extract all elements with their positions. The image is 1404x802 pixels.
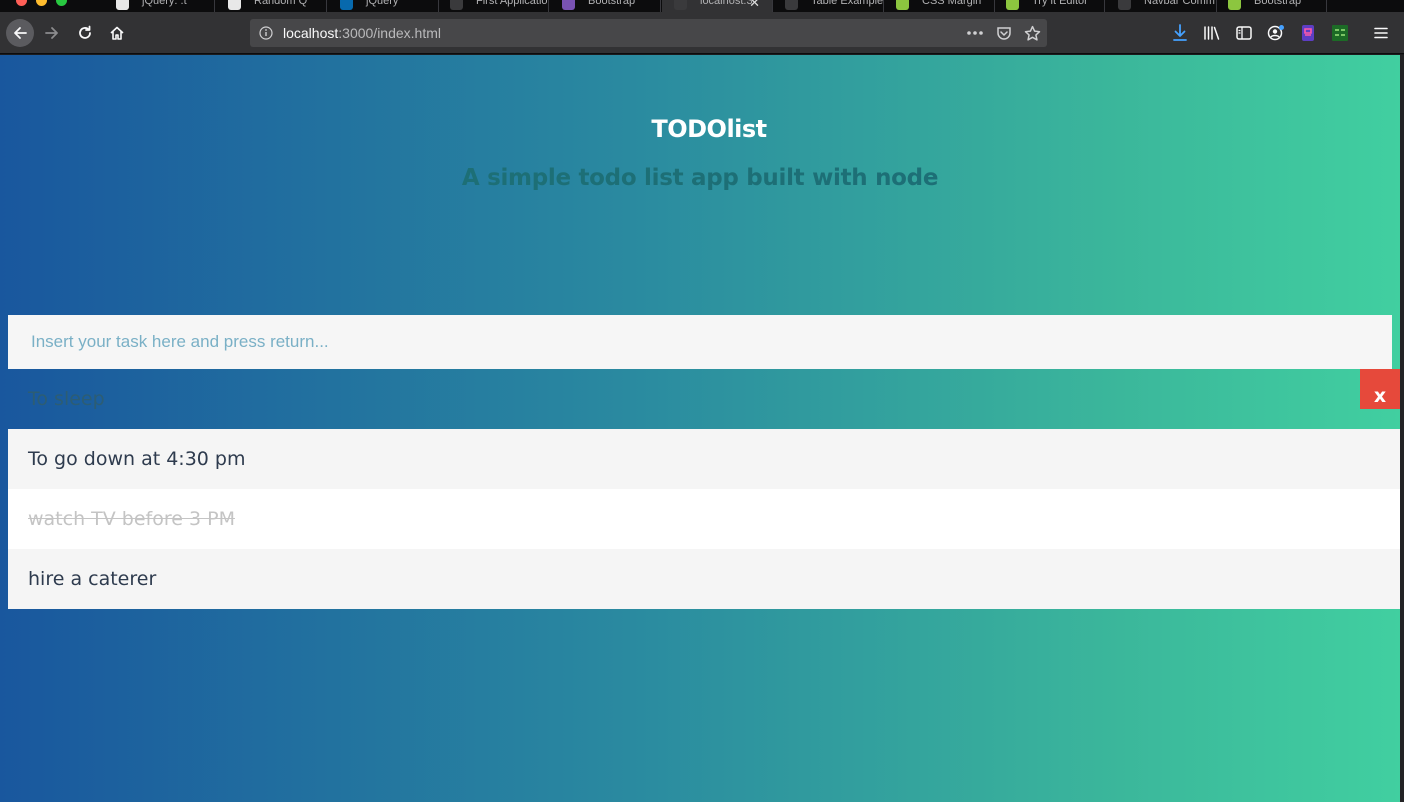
tab-label: Bootstrap (1254, 0, 1302, 7)
tab-close-icon[interactable]: ✕ (749, 0, 760, 11)
browser-tab[interactable]: Navbar Comm (1106, 0, 1217, 12)
tab-favicon-icon (450, 0, 463, 10)
tab-favicon-icon (1118, 0, 1131, 10)
tab-favicon-icon (340, 0, 353, 10)
tab-label: First Application (476, 0, 549, 7)
tab-favicon-icon (562, 0, 575, 10)
browser-toolbar: localhost:3000/index.html (0, 12, 1404, 54)
page-title: TODOlist (651, 115, 767, 143)
extension-icon[interactable] (1297, 22, 1319, 44)
url-text[interactable]: localhost:3000/index.html (283, 25, 441, 41)
tab-favicon-icon (1006, 0, 1019, 10)
tab-label: localhost:3 (700, 0, 753, 7)
todo-item[interactable]: To sleep x (8, 369, 1400, 429)
todo-item[interactable]: watch TV before 3 PM (8, 489, 1400, 549)
back-button[interactable] (6, 19, 34, 47)
minimize-window-icon[interactable] (36, 0, 47, 6)
tab-label: jQuery: .t (142, 0, 187, 7)
browser-tab[interactable]: localhost:3 ✕ (662, 0, 773, 12)
browser-tab[interactable]: Bootstrap (1216, 0, 1327, 12)
arrow-left-icon (14, 27, 27, 39)
close-window-icon[interactable] (16, 0, 27, 6)
tab-label: Navbar Comm (1144, 0, 1215, 7)
page-scroll-edge (1400, 55, 1404, 802)
tab-favicon-icon (1228, 0, 1241, 10)
browser-tab[interactable]: Try it Editor (994, 0, 1105, 12)
tab-label: CSS Margin (922, 0, 982, 7)
forward-button[interactable] (38, 19, 66, 47)
reload-button[interactable] (71, 19, 99, 47)
home-icon (110, 26, 124, 40)
todo-text: hire a caterer (28, 568, 157, 590)
browser-tab[interactable]: jQuery (328, 0, 439, 12)
todo-text: To go down at 4:30 pm (28, 448, 246, 470)
info-icon[interactable] (259, 26, 273, 40)
pocket-icon[interactable] (994, 23, 1014, 43)
page-subtitle: A simple todo list app built with node (461, 165, 939, 191)
todo-item[interactable]: hire a caterer (8, 549, 1400, 609)
home-button[interactable] (103, 19, 131, 47)
todo-text: To sleep (28, 388, 105, 410)
delete-todo-button[interactable]: x (1360, 369, 1400, 409)
reload-icon (79, 25, 91, 39)
todo-list: To sleep x To go down at 4:30 pm watch TV b… (8, 369, 1400, 609)
browser-tab[interactable]: Random Q (216, 0, 327, 12)
sidebar-icon[interactable] (1233, 22, 1255, 44)
tab-label: jQuery (366, 0, 399, 7)
arrow-right-icon (45, 27, 58, 39)
browser-tab[interactable]: Bootstrap (550, 0, 661, 12)
todo-text: watch TV before 3 PM (28, 508, 235, 530)
todo-item[interactable]: To go down at 4:30 pm (8, 429, 1400, 489)
browser-tab[interactable]: First Application (438, 0, 549, 12)
tab-label: Bootstrap (588, 0, 636, 7)
account-icon[interactable] (1265, 22, 1287, 44)
maximize-window-icon[interactable] (56, 0, 67, 6)
tab-label: Random Q (254, 0, 308, 7)
bookmark-star-icon[interactable] (1022, 23, 1042, 43)
tab-favicon-icon (116, 0, 129, 10)
tab-label: Table Example (811, 0, 884, 7)
browser-tab[interactable]: Table Example (773, 0, 884, 12)
css-extension-icon[interactable] (1329, 22, 1351, 44)
browser-tab-strip: jQuery: .t Random Q jQuery First Applicatio… (0, 0, 1404, 12)
tab-label: Try it Editor (1032, 0, 1088, 7)
tab-favicon-icon (674, 0, 687, 10)
hamburger-menu-icon[interactable] (1370, 22, 1392, 44)
browser-tab[interactable]: jQuery: .t (104, 0, 215, 12)
downloads-icon[interactable] (1169, 22, 1191, 44)
browser-tab[interactable]: CSS Margin (884, 0, 995, 12)
address-bar[interactable]: localhost:3000/index.html (250, 19, 1047, 47)
tab-favicon-icon (785, 0, 798, 10)
page-actions-icon[interactable] (965, 23, 985, 43)
tab-favicon-icon (896, 0, 909, 10)
library-icon[interactable] (1201, 22, 1223, 44)
task-input[interactable] (8, 315, 1392, 369)
tab-favicon-icon (228, 0, 241, 10)
todo-app-page: TODOlist A simple todo list app built wi… (0, 55, 1400, 802)
